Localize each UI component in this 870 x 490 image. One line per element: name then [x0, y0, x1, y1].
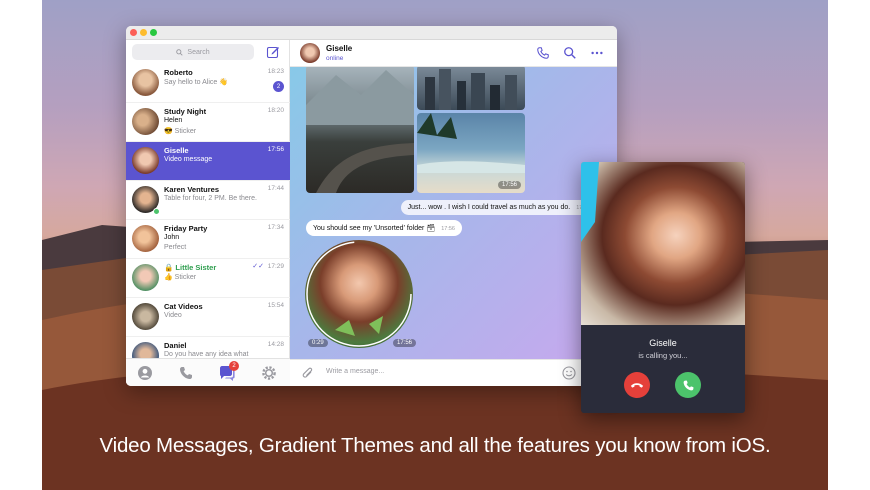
chat-preview: Perfect	[164, 244, 187, 251]
chat-preview: 👍 Sticker	[164, 274, 197, 281]
sidebar: Search Roberto Say hello to Alice 👋 18:2…	[126, 40, 290, 386]
tab-bar: 2	[126, 358, 290, 386]
avatar	[132, 147, 159, 174]
caller-photo	[581, 162, 745, 325]
chat-preview: Do you have any idea what	[164, 351, 249, 358]
contacts-icon[interactable]	[137, 365, 153, 381]
call-status: is calling you...	[638, 351, 688, 360]
avatar	[132, 225, 159, 252]
title-bar	[126, 26, 617, 40]
chat-item-karen-ventures[interactable]: Karen Ventures Table for four, 2 PM. Be …	[126, 181, 290, 220]
promo-caption: Video Messages, Gradient Themes and all …	[99, 434, 771, 457]
chat-name: Daniel	[164, 341, 187, 350]
chat-time: 17:56	[267, 146, 284, 153]
chat-time: 18:20	[267, 107, 284, 114]
settings-icon[interactable]	[261, 365, 277, 381]
contact-name[interactable]: Giselle	[326, 44, 352, 53]
search-placeholder: Search	[187, 48, 210, 56]
chat-name: Study Night	[164, 107, 207, 116]
message-time: 17:56	[441, 226, 455, 232]
accept-call-button[interactable]	[675, 372, 701, 398]
search-icon[interactable]	[563, 46, 577, 60]
video-message[interactable]	[305, 240, 413, 348]
conversation-pane: Giselle online 17:56 Just... wow . I wis…	[290, 40, 617, 386]
chat-time: 18:23	[267, 68, 284, 75]
chat-name: Giselle	[164, 146, 189, 155]
chat-name: 🔒 Little Sister	[164, 263, 217, 272]
chat-preview: Video	[164, 312, 182, 319]
message-area: 17:56 Just... wow . I wish I could trave…	[290, 67, 617, 359]
chat-time: 17:44	[267, 185, 284, 192]
chat-time: 17:34	[267, 224, 284, 231]
attach-icon[interactable]	[302, 367, 314, 380]
avatar	[132, 342, 159, 358]
compose-icon[interactable]	[266, 45, 280, 59]
chat-preview: Video message	[164, 156, 213, 163]
chat-time: 15:54	[267, 302, 284, 309]
chat-preview: Say hello to Alice 👋	[164, 79, 228, 86]
chat-name: Friday Party	[164, 224, 208, 233]
caller-name: Giselle	[649, 338, 677, 348]
album-photo-road[interactable]	[306, 67, 414, 193]
incoming-message: You should see my 'Unsorted' folder 🗃 17:…	[306, 220, 462, 236]
more-icon[interactable]	[590, 46, 604, 60]
message-text: You should see my 'Unsorted' folder 🗃	[313, 225, 436, 232]
chat-item-little-sister[interactable]: 🔒 Little Sister 👍 Sticker ✓✓ 17:29	[126, 259, 290, 298]
chat-preview: Table for four, 2 PM. Be there.	[164, 195, 257, 202]
message-input[interactable]: Write a message...	[326, 368, 384, 375]
calls-icon[interactable]	[178, 365, 194, 381]
chat-list: Roberto Say hello to Alice 👋 18:23 2 Stu…	[126, 64, 290, 358]
outgoing-message: Just... wow . I wish I could travel as m…	[400, 200, 597, 215]
read-check-icon: ✓✓	[252, 263, 264, 270]
emoji-icon[interactable]	[562, 366, 576, 380]
phone-icon	[683, 380, 693, 390]
chat-item-roberto[interactable]: Roberto Say hello to Alice 👋 18:23 2	[126, 64, 290, 103]
hang-up-icon	[630, 383, 644, 388]
chat-item-giselle[interactable]: Giselle Video message 17:56	[126, 142, 290, 181]
chat-name: Cat Videos	[164, 302, 203, 311]
chat-item-friday-party[interactable]: Friday Party John Perfect 17:34	[126, 220, 290, 259]
avatar	[132, 108, 159, 135]
chat-name: Roberto	[164, 68, 193, 77]
avatar	[132, 69, 159, 96]
avatar	[132, 303, 159, 330]
decline-call-button[interactable]	[624, 372, 650, 398]
incoming-call-window: Giselle is calling you...	[581, 162, 745, 413]
search-input[interactable]: Search	[132, 44, 254, 60]
chat-time: 17:29	[267, 263, 284, 270]
album-photo-city[interactable]	[417, 67, 525, 110]
chat-sender: John	[164, 234, 180, 241]
unread-badge: 2	[273, 81, 284, 92]
chat-item-study-night[interactable]: Study Night Helen 😎 Sticker 18:20	[126, 103, 290, 142]
contact-avatar[interactable]	[300, 43, 320, 63]
video-duration: 0:29	[308, 339, 328, 347]
chats-badge: 2	[229, 361, 239, 371]
app-window: Search Roberto Say hello to Alice 👋 18:2…	[126, 26, 617, 386]
video-timestamp: 17:56	[393, 339, 417, 347]
chat-item-cat-videos[interactable]: Cat Videos Video 15:54	[126, 298, 290, 337]
call-icon[interactable]	[536, 46, 550, 60]
message-composer: Write a message...	[290, 359, 617, 386]
conversation-header: Giselle online	[290, 40, 617, 67]
chat-item-daniel[interactable]: Daniel Do you have any idea what 14:28	[126, 337, 290, 358]
chat-sender: Helen	[164, 117, 183, 124]
chat-time: 14:28	[267, 341, 284, 348]
contact-status: online	[326, 55, 344, 62]
message-text: Just... wow . I wish I could travel as m…	[407, 204, 571, 211]
avatar	[132, 264, 159, 291]
chat-preview: 😎 Sticker	[164, 128, 197, 135]
minimize-window-icon[interactable]	[140, 29, 147, 36]
online-indicator	[153, 208, 160, 215]
album-timestamp: 17:56	[497, 181, 521, 189]
search-icon	[176, 48, 184, 56]
close-window-icon[interactable]	[130, 29, 137, 36]
album-photo-beach[interactable]: 17:56	[417, 113, 525, 193]
chat-name: Karen Ventures	[164, 185, 220, 194]
zoom-window-icon[interactable]	[150, 29, 157, 36]
